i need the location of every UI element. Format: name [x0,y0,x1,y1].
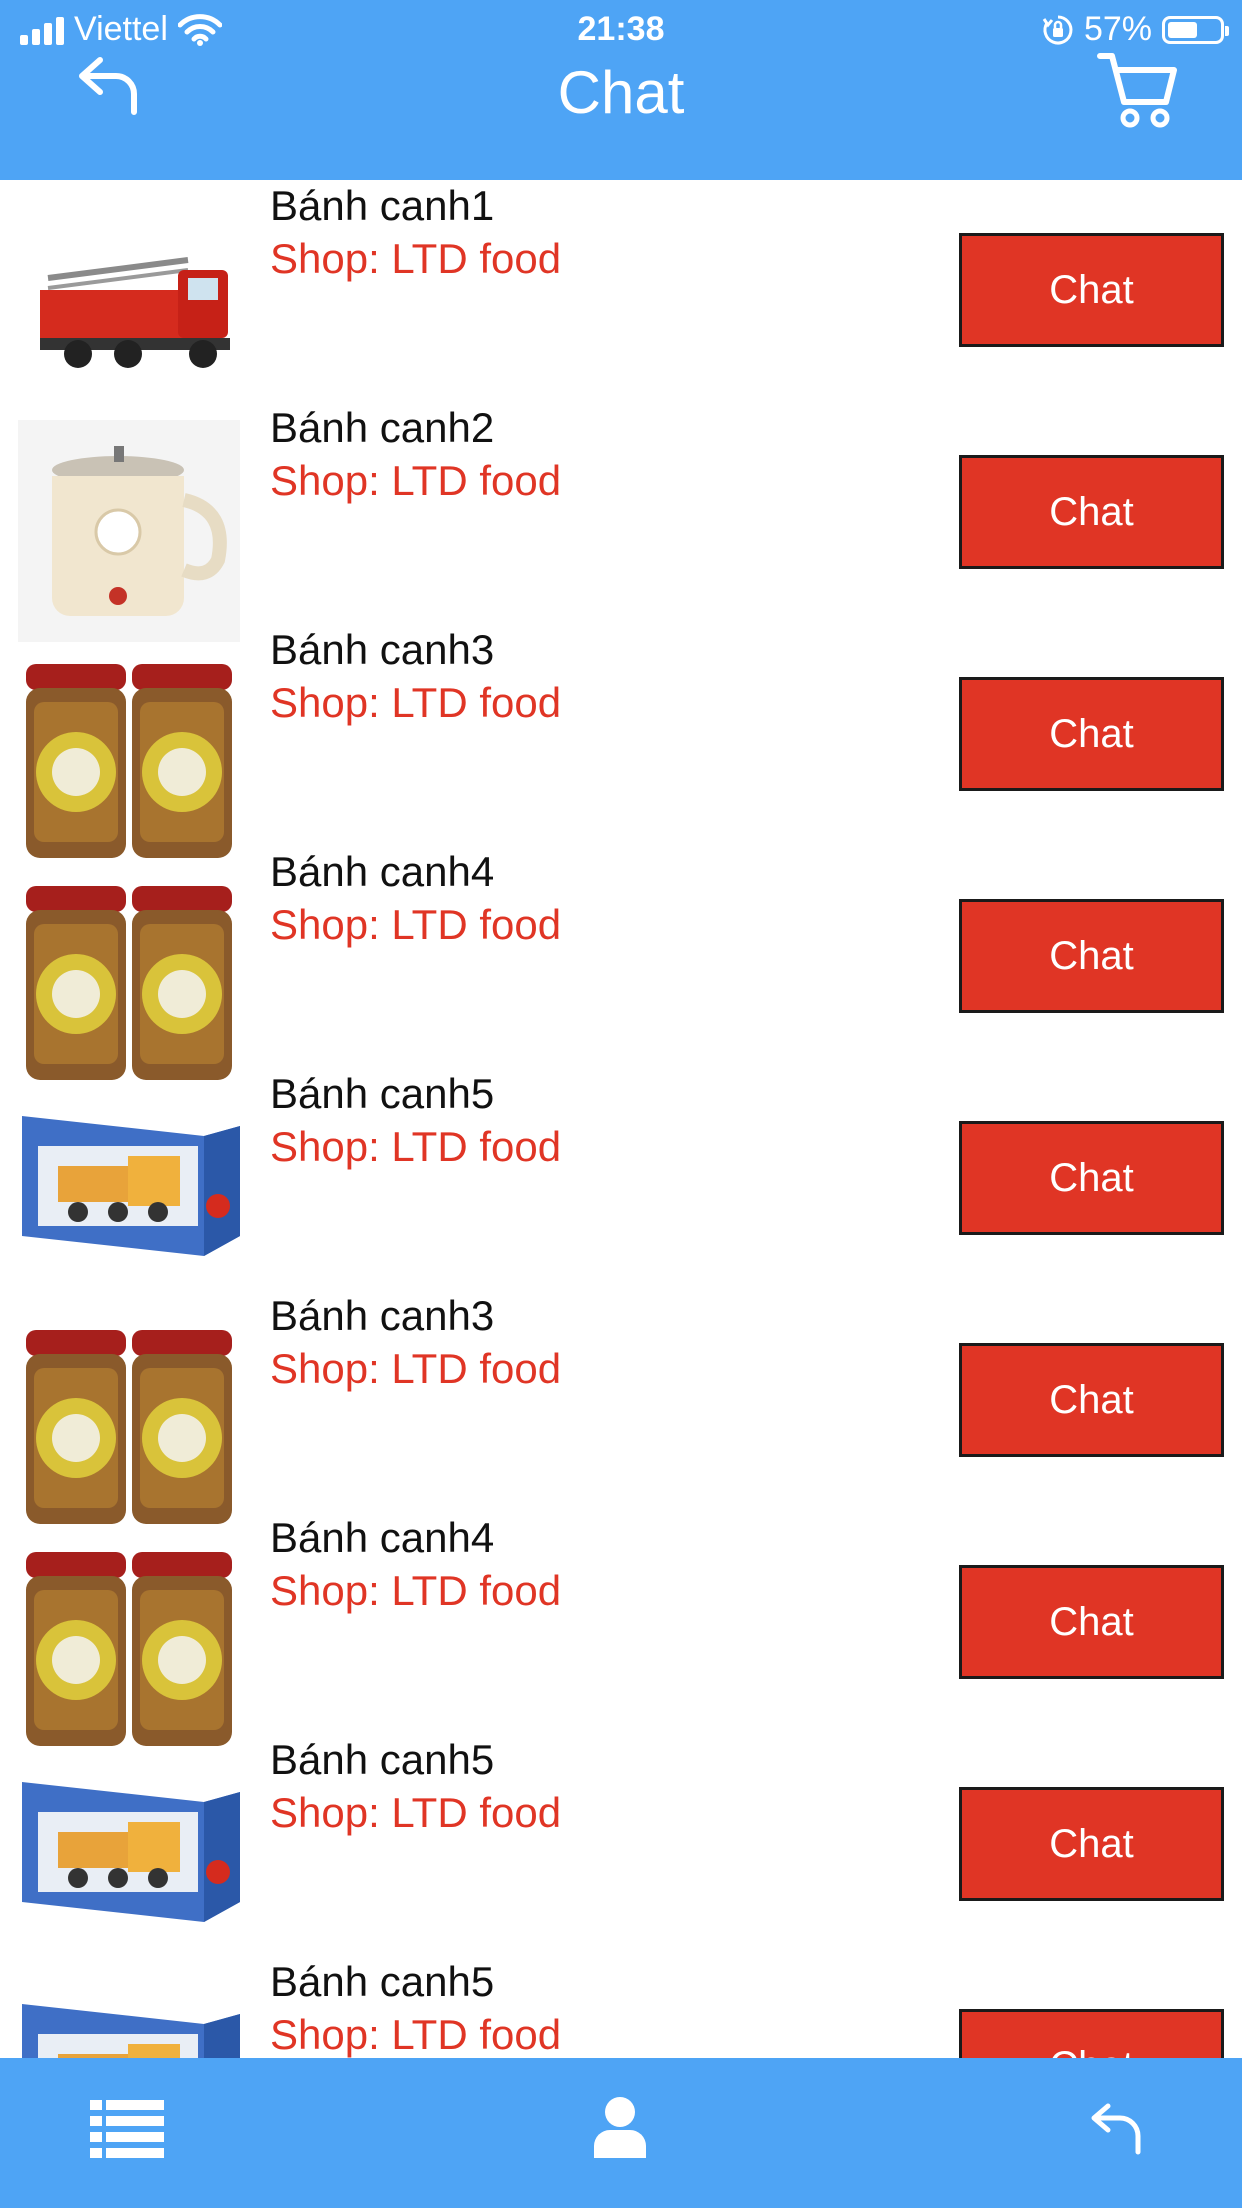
page-title: Chat [557,59,685,126]
cart-button[interactable] [1096,50,1180,135]
product-name: Bánh canh2 [270,404,495,451]
cart-icon [1097,53,1177,128]
shop-name: Shop: LTD food [270,679,562,726]
bottom-tab-bar [0,2058,1242,2208]
orientation-lock-icon [1042,15,1073,44]
product-name: Bánh canh5 [270,1070,495,1117]
shop-name: Shop: LTD food [270,901,562,948]
user-icon [594,2097,646,2158]
tab-return[interactable] [1086,2100,1146,2161]
list-icon [90,2100,164,2158]
list-item[interactable]: Bánh canh3 Shop: LTD food Chat [0,624,1242,858]
list-item[interactable]: Bánh canh3 Shop: LTD food Chat [0,1290,1242,1524]
list-item[interactable]: Bánh canh4 Shop: LTD food Chat [0,846,1242,1080]
product-list[interactable]: Bánh canh1 Shop: LTD food Chat Bánh canh2 Sh… [0,180,1242,2058]
chat-button[interactable]: Chat [959,1343,1224,1457]
product-thumbnail [18,1974,240,2058]
battery-percent: 57% [1083,10,1152,48]
tab-list[interactable] [90,2100,164,2163]
product-name: Bánh canh4 [270,1514,495,1561]
status-right: 57% [1042,10,1229,49]
product-name: Bánh canh3 [270,626,495,673]
product-thumbnail [18,1752,240,1974]
list-item[interactable]: Bánh canh1 Shop: LTD food Chat [0,180,1242,402]
chat-button[interactable]: Chat [959,1787,1224,1901]
chat-button[interactable]: Chat [959,677,1224,791]
list-item[interactable]: Bánh canh4 Shop: LTD food Chat [0,1512,1242,1746]
product-thumbnail [18,642,240,864]
status-bar: Viettel 21:38 57% [0,0,1242,60]
list-item[interactable]: Bánh canh5 Shop: LTD food Chat [0,1068,1242,1290]
product-name: Bánh canh1 [270,182,495,229]
product-name: Bánh canh4 [270,848,495,895]
chat-button[interactable]: Chat [959,233,1224,347]
product-thumbnail [18,864,240,1086]
product-name: Bánh canh3 [270,1292,495,1339]
product-name: Bánh canh5 [270,1958,495,2005]
list-item[interactable]: Bánh canh5 Shop: LTD food Chat [0,1956,1242,2058]
product-thumbnail [18,1308,240,1530]
chat-button[interactable]: Chat [959,1121,1224,1235]
shop-name: Shop: LTD food [270,457,562,504]
app-header: Viettel 21:38 57% Chat [0,0,1242,180]
chat-button[interactable]: Chat [959,1565,1224,1679]
shop-name: Shop: LTD food [270,1123,562,1170]
shop-name: Shop: LTD food [270,1567,562,1614]
return-icon [1091,2103,1141,2155]
product-thumbnail [18,1530,240,1752]
list-item[interactable]: Bánh canh5 Shop: LTD food Chat [0,1734,1242,1956]
battery-icon [1162,15,1229,44]
chat-button[interactable]: Chat [959,2009,1224,2058]
product-thumbnail [18,420,240,642]
product-name: Bánh canh5 [270,1736,495,1783]
shop-name: Shop: LTD food [270,1789,562,1836]
battery-fill [1168,21,1197,38]
product-thumbnail [18,1086,240,1308]
shop-name: Shop: LTD food [270,2011,562,2058]
product-thumbnail [18,198,240,420]
tab-profile[interactable] [592,2096,648,2165]
chat-button[interactable]: Chat [959,455,1224,569]
shop-name: Shop: LTD food [270,1345,562,1392]
shop-name: Shop: LTD food [270,235,562,282]
chat-button[interactable]: Chat [959,899,1224,1013]
list-item[interactable]: Bánh canh2 Shop: LTD food Chat [0,402,1242,642]
